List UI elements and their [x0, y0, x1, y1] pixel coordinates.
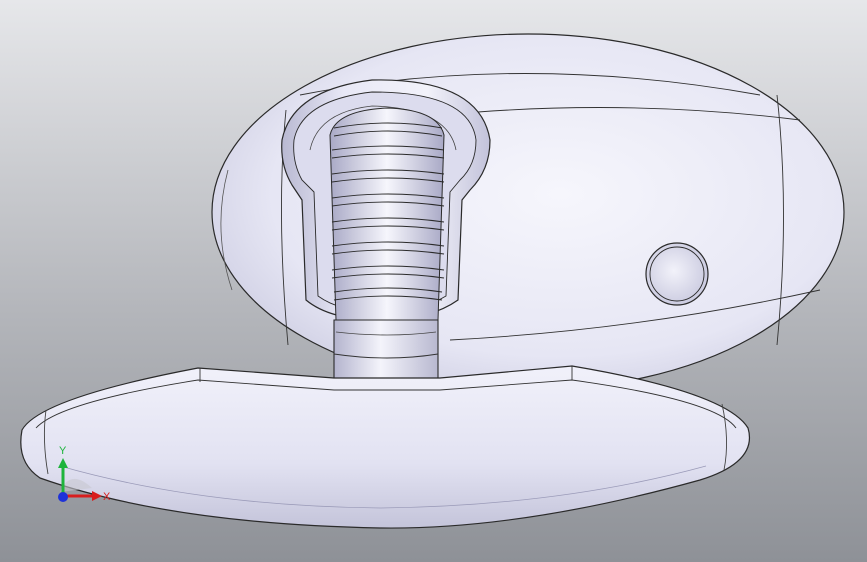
ribbed-bellows[interactable]	[329, 107, 445, 321]
triad-z-axis-dot	[58, 492, 68, 502]
model-view-canvas[interactable]: Y X	[0, 0, 867, 562]
triad-x-label: X	[103, 491, 111, 503]
triad-y-label: Y	[59, 445, 67, 457]
3d-graphics-viewport[interactable]: Y X	[0, 0, 867, 562]
round-button[interactable]	[645, 242, 709, 306]
round-button-outer	[645, 242, 709, 306]
